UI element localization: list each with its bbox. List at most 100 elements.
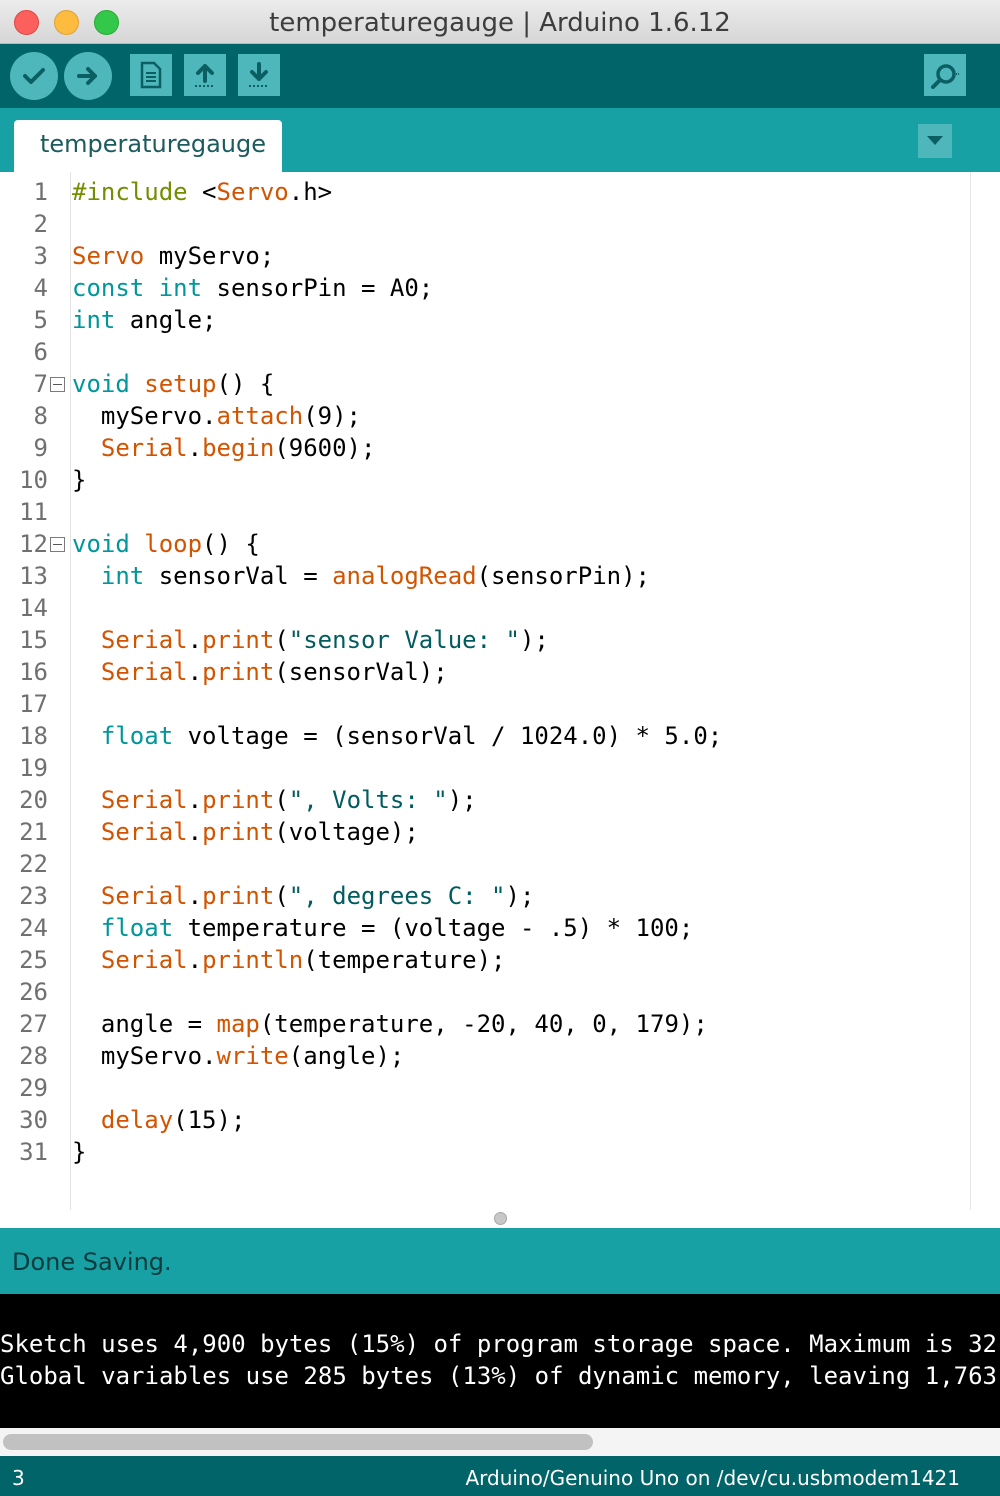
bottom-status-bar: 3 Arduino/Genuino Uno on /dev/cu.usbmode… bbox=[0, 1456, 1000, 1496]
checkmark-icon bbox=[23, 68, 45, 84]
line-number: 28 bbox=[19, 1042, 48, 1070]
console-line: Global variables use 285 bytes (13%) of … bbox=[0, 1362, 1000, 1390]
line-number: 24 bbox=[19, 914, 48, 942]
code-line: 12 void loop() { bbox=[0, 528, 970, 560]
code-line: 21 Serial.print(voltage); bbox=[0, 816, 970, 848]
line-number: 21 bbox=[19, 818, 48, 846]
code-line: 29 bbox=[0, 1072, 970, 1104]
tab-temperaturegauge[interactable]: temperaturegauge bbox=[14, 120, 282, 172]
code-text: int sensorVal = analogRead(sensorPin); bbox=[100, 562, 650, 590]
code-line: 13 int sensorVal = analogRead(sensorPin)… bbox=[0, 560, 970, 592]
line-number: 11 bbox=[19, 498, 48, 526]
line-number: 3 bbox=[33, 242, 48, 270]
code-line: 10} bbox=[0, 464, 970, 496]
line-number: 20 bbox=[19, 786, 48, 814]
code-text: myServo.write(angle); bbox=[72, 1042, 405, 1070]
code-line: 9 Serial.begin(9600); bbox=[0, 432, 970, 464]
line-number: 17 bbox=[19, 690, 48, 718]
code-line: 23 Serial.print(", degrees C: "); bbox=[0, 880, 970, 912]
open-sketch-button[interactable] bbox=[184, 54, 226, 96]
fold-toggle-icon[interactable] bbox=[50, 537, 65, 552]
code-line: 6 bbox=[0, 336, 970, 368]
verify-button[interactable] bbox=[10, 52, 58, 100]
new-sketch-button[interactable] bbox=[130, 54, 172, 96]
line-number: 18 bbox=[19, 722, 48, 750]
line-number-indicator: 3 bbox=[12, 1466, 25, 1490]
upload-button[interactable] bbox=[64, 52, 112, 100]
line-number: 10 bbox=[19, 466, 48, 494]
serial-monitor-button[interactable] bbox=[924, 54, 966, 96]
status-strip: Done Saving. bbox=[0, 1228, 1000, 1294]
console-line: Sketch uses 4,900 bytes (15%) of program… bbox=[0, 1330, 1000, 1358]
code-editor[interactable]: 1 #include <Servo.h> 2 3 Servo myServo; 4 cons… bbox=[0, 172, 1000, 1210]
line-number: 6 bbox=[33, 338, 48, 366]
code-text: const int sensorPin = A0; bbox=[72, 274, 434, 302]
code-line: 24 float temperature = (voltage - .5) * … bbox=[0, 912, 970, 944]
code-line: 7 void setup() { bbox=[0, 368, 970, 400]
code-line: 28 myServo.write(angle); bbox=[0, 1040, 970, 1072]
line-number: 27 bbox=[19, 1010, 48, 1038]
arrow-right-icon bbox=[77, 67, 97, 85]
fold-toggle-icon[interactable] bbox=[50, 377, 65, 392]
line-number: 19 bbox=[19, 754, 48, 782]
line-number: 4 bbox=[33, 274, 48, 302]
code-text: Serial.begin(9600); bbox=[100, 434, 376, 462]
code-line: 16 Serial.print(sensorVal); bbox=[0, 656, 970, 688]
line-number: 5 bbox=[33, 306, 48, 334]
line-number: 23 bbox=[19, 882, 48, 910]
code-line: 26 bbox=[0, 976, 970, 1008]
line-number: 16 bbox=[19, 658, 48, 686]
code-line: 31} bbox=[0, 1136, 970, 1168]
line-number: 22 bbox=[19, 850, 48, 878]
code-text: int angle; bbox=[72, 306, 217, 334]
line-number: 13 bbox=[19, 562, 48, 590]
editor-vertical-scrollbar[interactable] bbox=[970, 172, 1000, 1210]
line-number: 30 bbox=[19, 1106, 48, 1134]
code-text: } bbox=[72, 466, 87, 494]
code-line: 3 Servo myServo; bbox=[0, 240, 970, 272]
code-text: void setup() { bbox=[72, 370, 275, 398]
title-bar: temperaturegauge | Arduino 1.6.12 bbox=[0, 0, 1000, 44]
code-line: 20 Serial.print(", Volts: "); bbox=[0, 784, 970, 816]
line-number: 25 bbox=[19, 946, 48, 974]
code-line: 27 angle = map(temperature, -20, 40, 0, … bbox=[0, 1008, 970, 1040]
code-line: 4 const int sensorPin = A0; bbox=[0, 272, 970, 304]
code-text: Serial.print(voltage); bbox=[100, 818, 419, 846]
board-port-label: Arduino/Genuino Uno on /dev/cu.usbmodem1… bbox=[465, 1466, 960, 1490]
code-text: Serial.print(", Volts: "); bbox=[100, 786, 477, 814]
line-number: 9 bbox=[33, 434, 48, 462]
tab-menu-button[interactable] bbox=[918, 124, 952, 158]
code-line: 25 Serial.println(temperature); bbox=[0, 944, 970, 976]
code-text: Servo myServo; bbox=[72, 242, 275, 270]
code-text: Serial.print(sensorVal); bbox=[100, 658, 448, 686]
scrollbar-thumb[interactable] bbox=[3, 1434, 593, 1450]
code-text: #include <Servo.h> bbox=[72, 178, 333, 206]
code-text: angle = map(temperature, -20, 40, 0, 179… bbox=[72, 1010, 708, 1038]
window-title: temperaturegauge | Arduino 1.6.12 bbox=[269, 8, 731, 38]
line-number: 14 bbox=[19, 594, 48, 622]
code-text: float temperature = (voltage - .5) * 100… bbox=[100, 914, 694, 942]
save-sketch-button[interactable] bbox=[238, 54, 280, 96]
line-number: 31 bbox=[19, 1138, 48, 1166]
code-text: float voltage = (sensorVal / 1024.0) * 5… bbox=[100, 722, 723, 750]
divider-handle[interactable] bbox=[494, 1212, 507, 1225]
code-line: 11 bbox=[0, 496, 970, 528]
line-number: 2 bbox=[33, 210, 48, 238]
tab-label: temperaturegauge bbox=[40, 130, 267, 158]
code-text: Serial.println(temperature); bbox=[100, 946, 506, 974]
code-line: 2 bbox=[0, 208, 970, 240]
code-line: 30 delay(15); bbox=[0, 1104, 970, 1136]
code-text: void loop() { bbox=[72, 530, 260, 558]
arrow-up-icon bbox=[195, 64, 215, 87]
line-number: 7 bbox=[33, 370, 48, 398]
code-line: 15 Serial.print("sensor Value: "); bbox=[0, 624, 970, 656]
status-message: Done Saving. bbox=[12, 1248, 172, 1276]
code-line: 18 float voltage = (sensorVal / 1024.0) … bbox=[0, 720, 970, 752]
code-text: } bbox=[72, 1138, 87, 1166]
line-number: 8 bbox=[33, 402, 48, 430]
console-output[interactable]: Sketch uses 4,900 bytes (15%) of program… bbox=[0, 1294, 1000, 1428]
code-text: Serial.print(", degrees C: "); bbox=[100, 882, 535, 910]
code-text: delay(15); bbox=[100, 1106, 246, 1134]
line-number: 1 bbox=[33, 178, 48, 206]
line-number: 26 bbox=[19, 978, 48, 1006]
